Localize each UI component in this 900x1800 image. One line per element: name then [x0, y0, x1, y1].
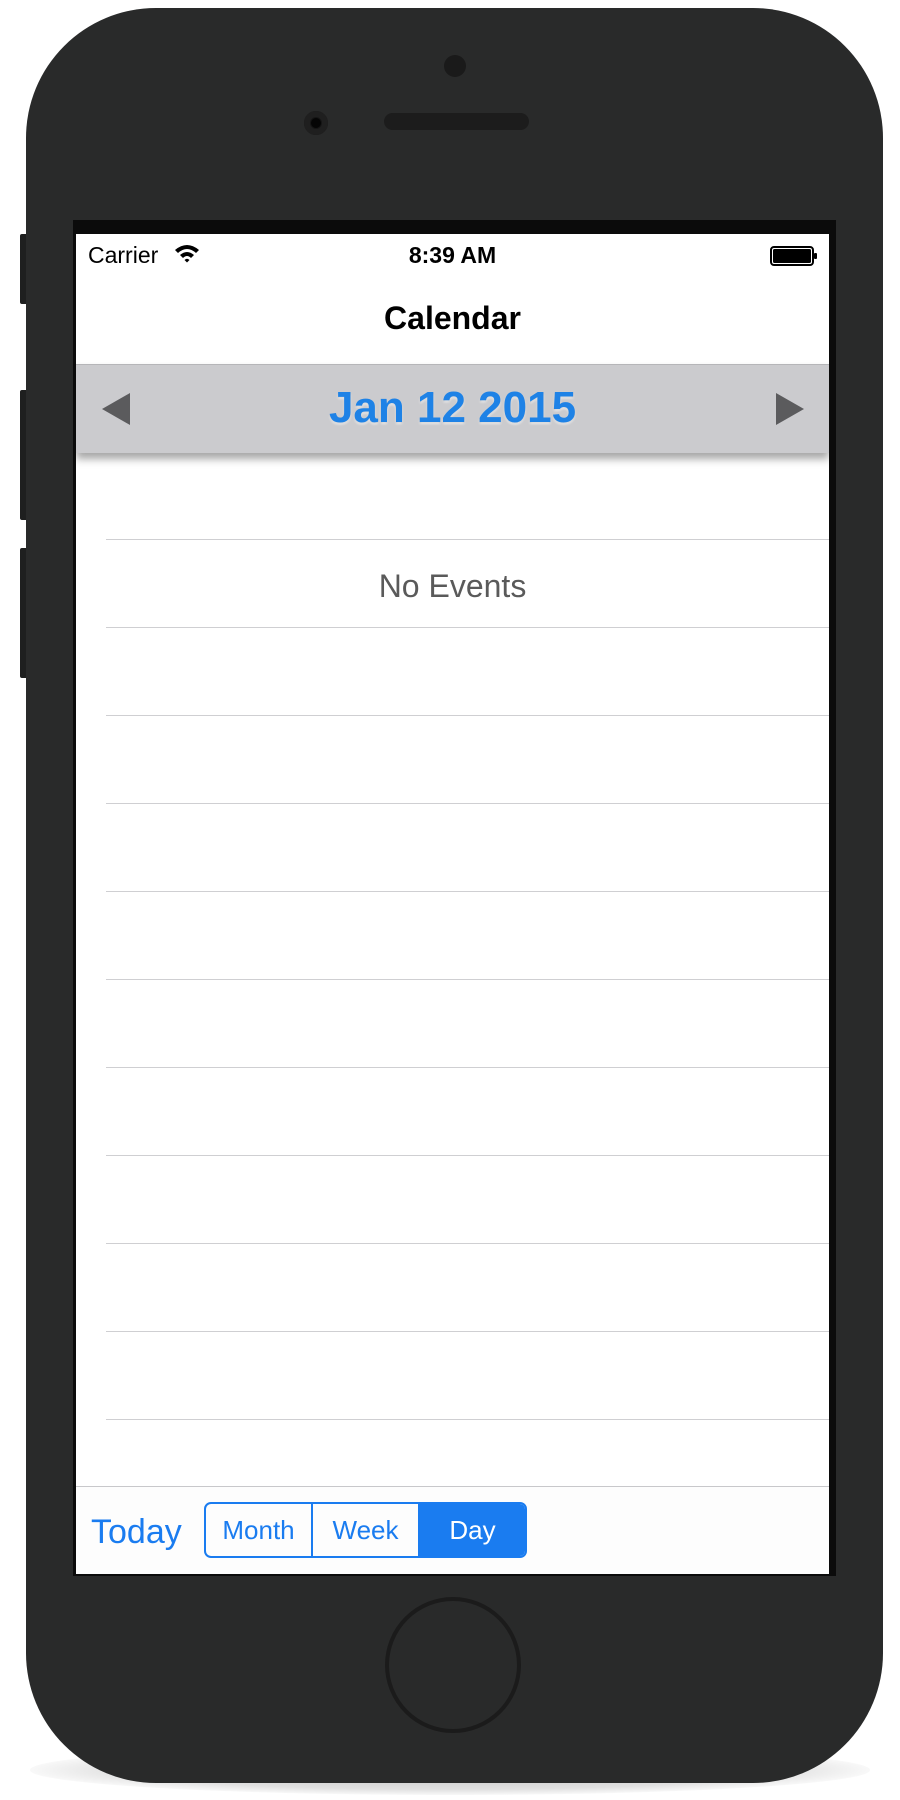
view-mode-segmented-control: Month Week Day [204, 1502, 527, 1558]
earpiece-speaker [384, 113, 529, 130]
current-date: Jan 12 2015 [328, 383, 577, 432]
screen: Carrier 8:39 AM Calendar Jan 12 2015 No … [76, 234, 829, 1574]
page-title: Calendar [384, 300, 521, 336]
status-time: 8:39 AM [408, 242, 497, 268]
device-mockup: Carrier 8:39 AM Calendar Jan 12 2015 No … [0, 0, 900, 1800]
navigation-bar: Calendar [76, 278, 829, 364]
triangle-right-icon[interactable] [772, 389, 808, 429]
segment-month[interactable]: Month [206, 1504, 311, 1556]
list-item [106, 452, 829, 540]
date-header: Jan 12 2015 [76, 364, 829, 453]
no-events-message: No Events [378, 568, 527, 604]
segment-week[interactable]: Week [311, 1504, 418, 1556]
list-item: No Events [106, 540, 829, 628]
status-bar: Carrier 8:39 AM [76, 234, 829, 278]
home-button[interactable] [385, 1597, 521, 1733]
list-item [106, 1156, 829, 1244]
list-item [106, 716, 829, 804]
today-button[interactable]: Today [91, 1513, 182, 1552]
proximity-sensor [444, 55, 466, 77]
list-item [106, 628, 829, 716]
list-item [106, 892, 829, 980]
list-item [106, 1332, 829, 1420]
front-camera-icon [304, 111, 328, 135]
list-item [106, 1068, 829, 1156]
list-item [106, 1244, 829, 1332]
segment-day[interactable]: Day [418, 1504, 525, 1556]
bottom-toolbar: Today Month Week Day [76, 1486, 829, 1574]
battery-full-icon [770, 246, 817, 266]
list-item [106, 804, 829, 892]
event-list[interactable]: No Events [76, 452, 829, 1520]
list-item [106, 980, 829, 1068]
